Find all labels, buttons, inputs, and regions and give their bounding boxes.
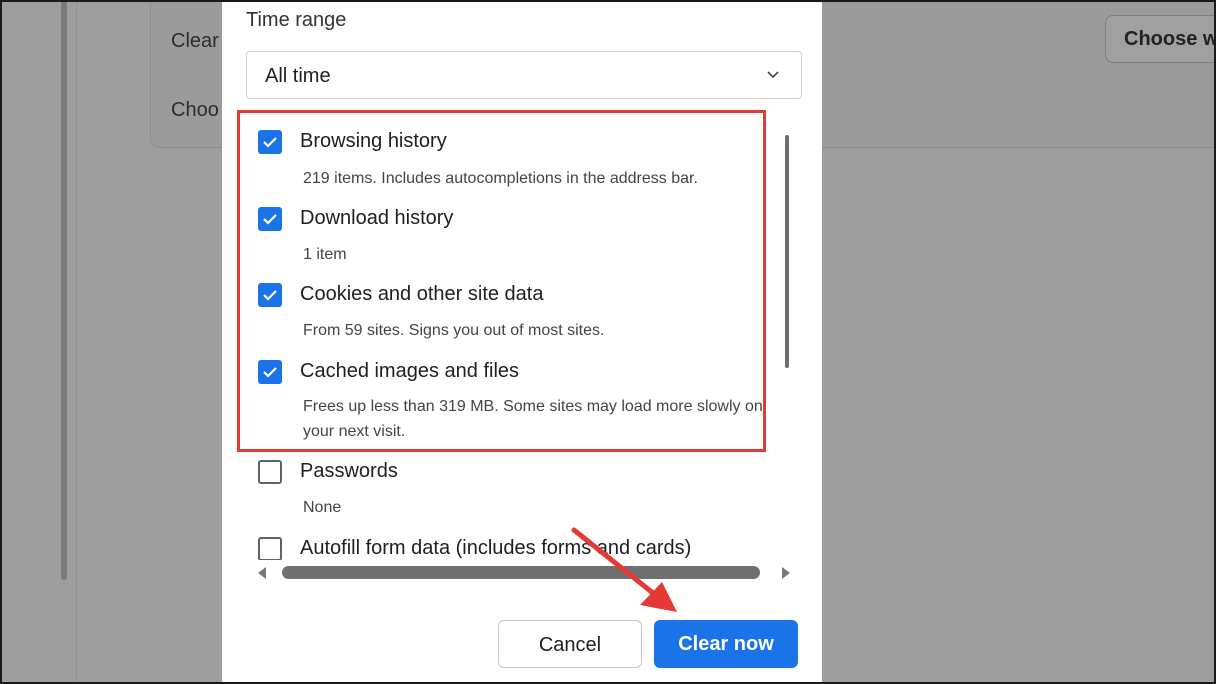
cancel-button[interactable]: Cancel bbox=[498, 620, 642, 668]
item-title: Browsing history bbox=[300, 130, 447, 152]
time-range-label: Time range bbox=[246, 9, 347, 31]
background-choose-button: Choose w bbox=[1105, 15, 1216, 63]
item-description: Frees up less than 319 MB. Some sites ma… bbox=[303, 398, 763, 440]
data-type-list: Browsing history 219 items. Includes aut… bbox=[222, 110, 822, 560]
check-icon bbox=[263, 290, 277, 301]
vertical-scrollbar-thumb[interactable] bbox=[785, 135, 789, 368]
chevron-down-icon bbox=[767, 71, 779, 79]
time-range-select[interactable]: All time bbox=[246, 51, 802, 99]
background-card-text-2: Choo bbox=[171, 99, 219, 121]
horizontal-scrollbar[interactable] bbox=[246, 560, 802, 586]
check-icon bbox=[263, 214, 277, 225]
background-divider bbox=[76, 0, 77, 684]
cached-images-checkbox[interactable] bbox=[258, 360, 282, 384]
background-card-text-1: Clear bbox=[171, 30, 219, 52]
item-title: Download history bbox=[300, 207, 454, 229]
item-description: 219 items. Includes autocompletions in t… bbox=[303, 170, 698, 187]
check-icon bbox=[263, 367, 277, 378]
download-history-checkbox[interactable] bbox=[258, 207, 282, 231]
autofill-checkbox[interactable] bbox=[258, 537, 282, 560]
item-description: From 59 sites. Signs you out of most sit… bbox=[303, 322, 605, 339]
item-description: 1 item bbox=[303, 246, 347, 263]
browsing-history-checkbox[interactable] bbox=[258, 130, 282, 154]
clear-browsing-data-dialog: Time range All time Browsing history 219… bbox=[222, 0, 822, 684]
scroll-left-icon[interactable] bbox=[258, 567, 266, 579]
horizontal-scrollbar-thumb[interactable] bbox=[282, 566, 760, 579]
clear-now-button[interactable]: Clear now bbox=[654, 620, 798, 668]
item-title: Cached images and files bbox=[300, 360, 520, 382]
time-range-value: All time bbox=[265, 65, 331, 87]
cookies-checkbox[interactable] bbox=[258, 283, 282, 307]
check-icon bbox=[263, 137, 277, 148]
scroll-right-icon[interactable] bbox=[782, 567, 790, 579]
item-description: None bbox=[303, 499, 342, 516]
item-title: Passwords bbox=[300, 460, 398, 482]
item-title: Autofill form data (includes forms and c… bbox=[300, 537, 692, 559]
passwords-checkbox[interactable] bbox=[258, 460, 282, 484]
item-title: Cookies and other site data bbox=[300, 283, 544, 305]
background-scrollbar bbox=[61, 0, 67, 580]
